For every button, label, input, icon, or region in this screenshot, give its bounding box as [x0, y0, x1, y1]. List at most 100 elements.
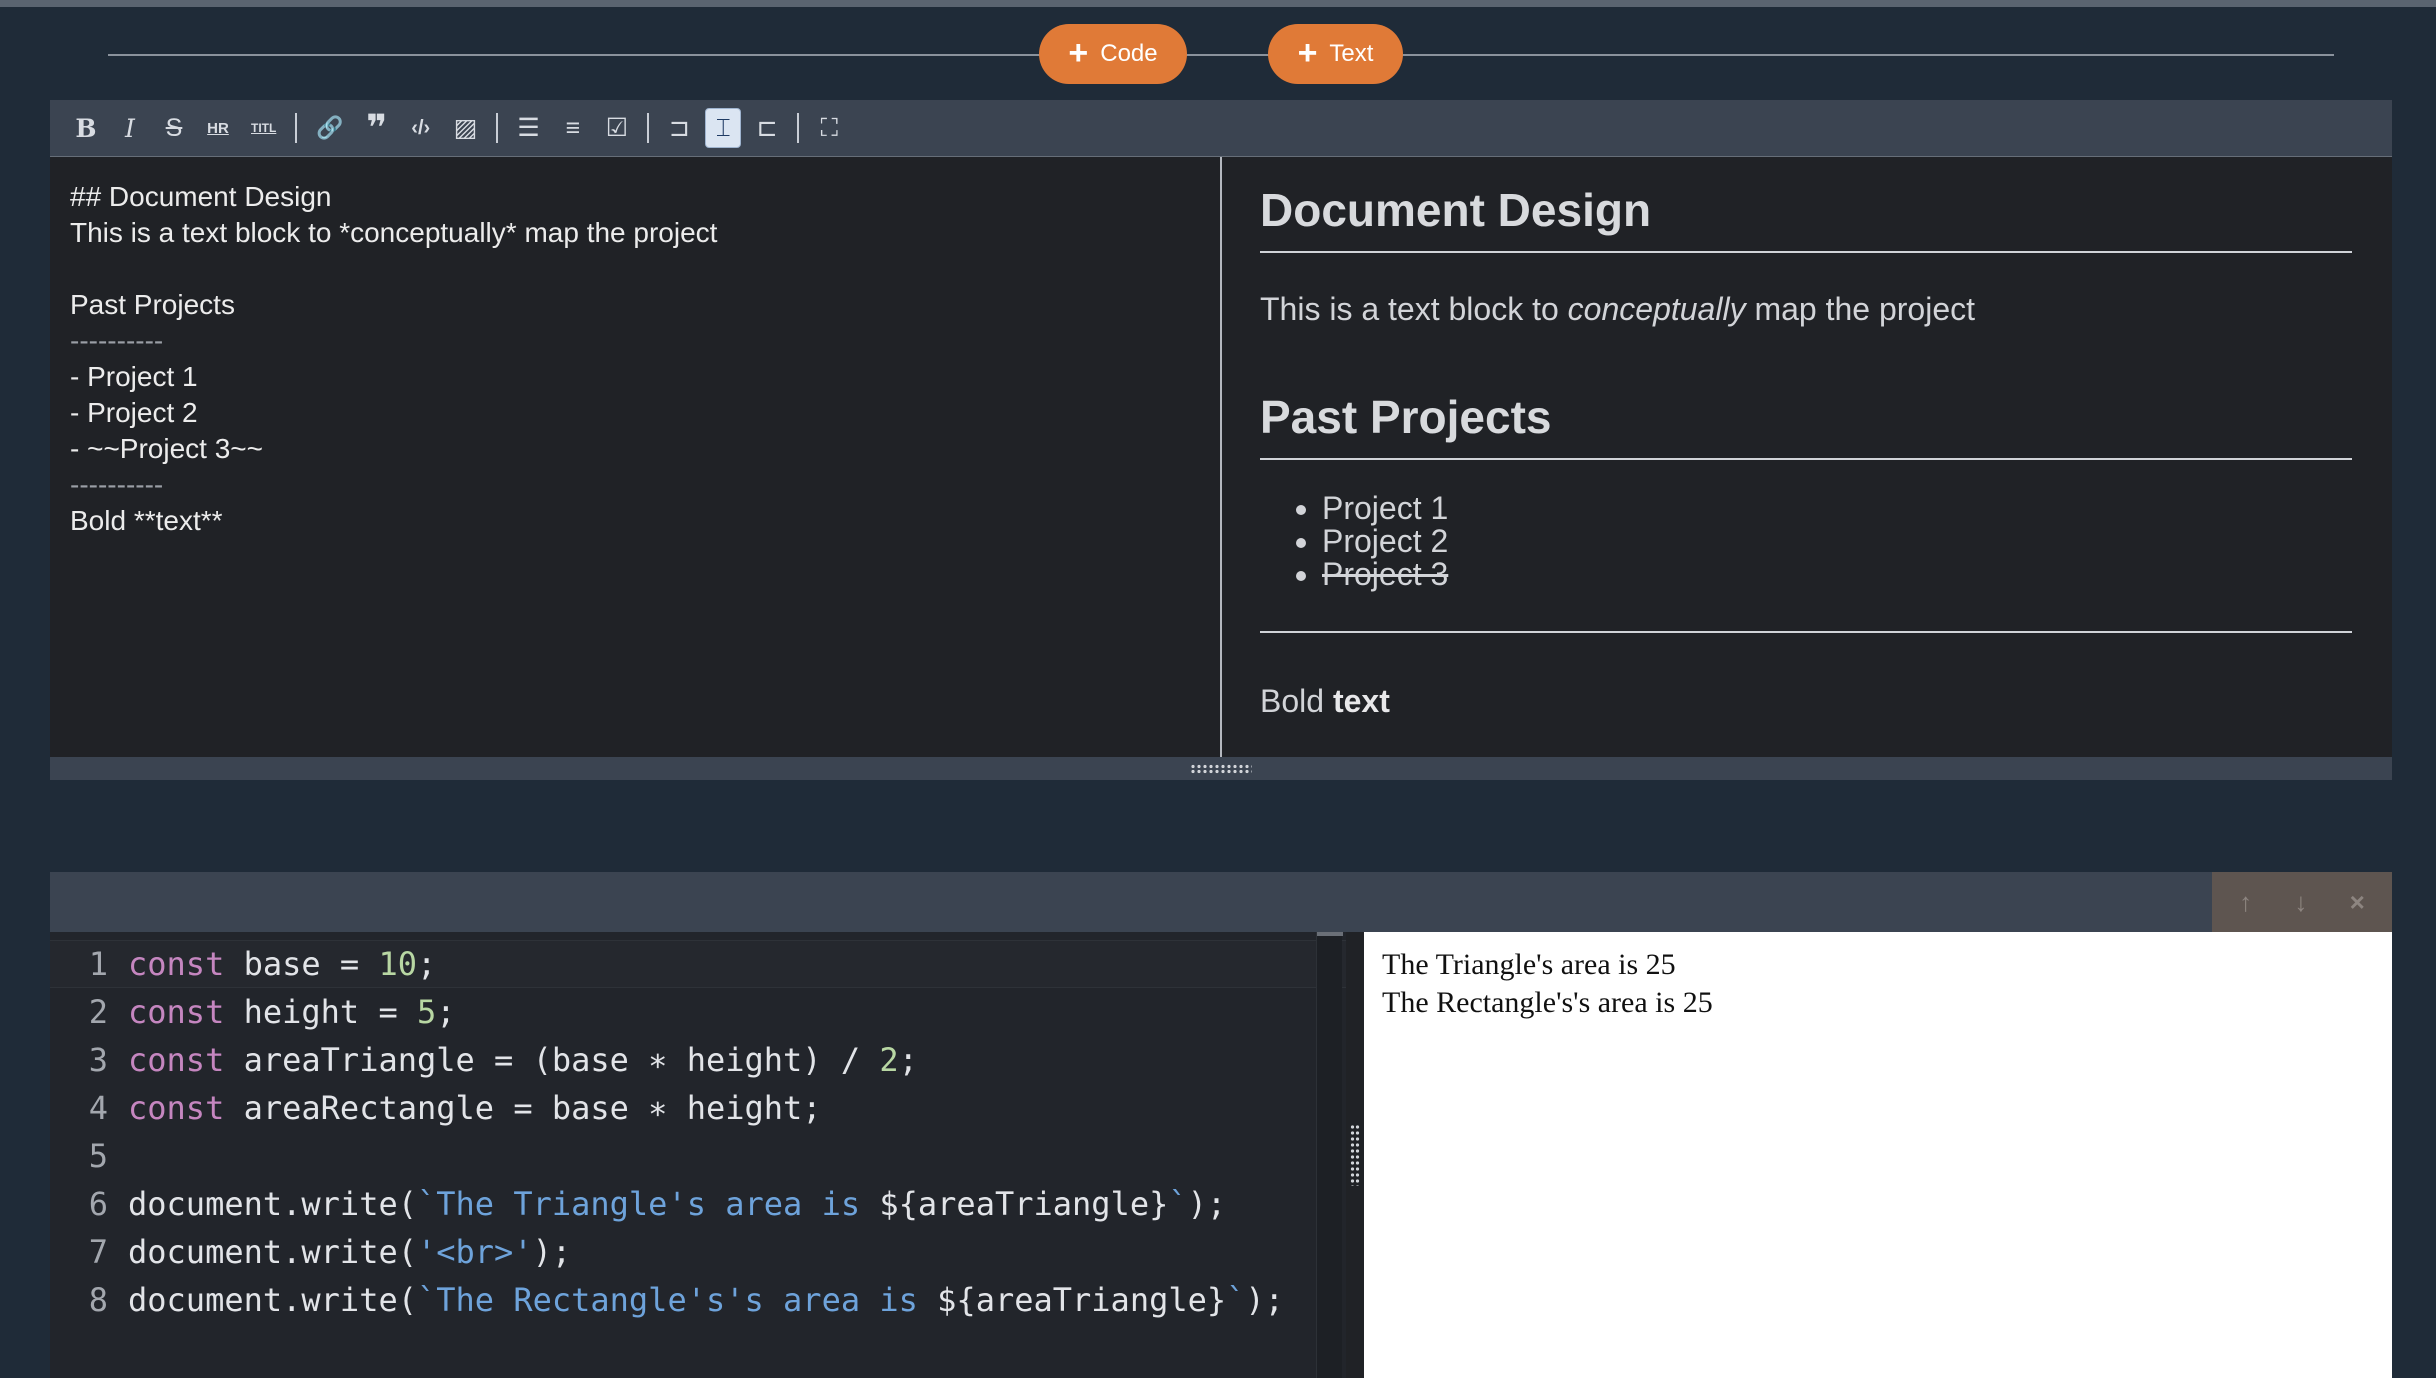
code-keyword: const	[128, 1089, 225, 1127]
code-keyword: const	[128, 1041, 225, 1079]
code-text: );	[1245, 1281, 1284, 1319]
output-line: The Rectangle's's area is 25	[1382, 986, 1713, 1019]
preview-list: Project 1 Project 2 Project 3	[1260, 492, 2352, 591]
add-text-label: Text	[1329, 40, 1374, 67]
code-cell: ↑ ↓ × 1 const base = 10; 2 const height = …	[50, 872, 2392, 1378]
line-number: 8	[88, 1281, 108, 1319]
code-keyword: const	[128, 993, 225, 1031]
code-text: base =	[224, 945, 379, 983]
toolbar-separator	[496, 113, 499, 143]
code-string: '<br>'	[416, 1233, 533, 1271]
code-text: height =	[224, 993, 417, 1031]
source-line: ----------	[70, 325, 164, 356]
add-code-label: Code	[1100, 40, 1158, 67]
code-text: document.write(	[128, 1233, 417, 1271]
preview-subheading: Past Projects	[1260, 384, 2352, 460]
code-text: areaTriangle = (base ∗ height) /	[224, 1041, 880, 1079]
code-line: 7 document.write('<br>');	[50, 1228, 1346, 1276]
code-text: );	[1187, 1185, 1227, 1223]
code-line: 8 document.write(`The Rectangle's's area …	[50, 1276, 1346, 1324]
code-keyword: const	[128, 945, 225, 983]
source-line: Bold **text**	[70, 505, 223, 536]
horizontal-rule-button[interactable]: HR	[200, 108, 236, 148]
code-line: 5	[50, 1132, 1346, 1180]
bold-text: text	[1332, 683, 1390, 719]
code-string: `The Triangle's area is	[416, 1185, 880, 1223]
ordered-list-icon[interactable]: ≡	[555, 108, 591, 148]
grip-icon	[1190, 763, 1252, 774]
code-icon[interactable]: ‹/›	[403, 108, 439, 148]
preview-emphasis: conceptually	[1567, 291, 1746, 327]
code-line: 1 const base = 10;	[50, 940, 1346, 988]
code-editor-scrollbar[interactable]	[1316, 932, 1343, 1378]
strikethrough-button[interactable]: S	[156, 108, 192, 148]
editor-only-icon[interactable]: ⊐	[661, 108, 697, 148]
source-line: This is a text block to *conceptually* m…	[70, 217, 718, 248]
code-string: `	[1226, 1281, 1246, 1319]
preview-bold-line: Bold text	[1260, 683, 2352, 720]
code-text: );	[532, 1233, 572, 1271]
line-number: 1	[88, 945, 108, 983]
task-list-icon[interactable]: ☑	[599, 108, 635, 148]
line-number: 4	[88, 1089, 108, 1127]
plus-icon: +	[1297, 33, 1318, 72]
source-line: Past Projects	[70, 289, 235, 320]
split-view-icon[interactable]: ⌶	[705, 108, 742, 148]
link-icon[interactable]: 🔗	[309, 108, 350, 148]
source-line: - Project 1	[70, 361, 198, 392]
code-line: 4 const areaRectangle = base ∗ height;	[50, 1084, 1346, 1132]
unordered-list-icon[interactable]: ☰	[510, 108, 546, 148]
markdown-cell: B I S HR TITL 🔗 ❞ ‹/› ▨ ☰ ≡ ☑ ⊐ ⌶ ⊏ ⛶ ##…	[50, 100, 2392, 780]
move-up-icon[interactable]: ↑	[2239, 887, 2252, 918]
markdown-preview: Document Design This is a text block to …	[1222, 157, 2392, 757]
list-item-strikethrough: Project 3	[1322, 558, 2352, 591]
title-button[interactable]: TITL	[244, 108, 283, 148]
source-line: - ~~Project 3~~	[70, 433, 264, 464]
italic-button[interactable]: I	[112, 108, 148, 148]
code-cell-header: ↑ ↓ ×	[50, 872, 2392, 932]
line-number: 6	[88, 1185, 108, 1223]
close-icon[interactable]: ×	[2350, 887, 2365, 918]
markdown-toolbar: B I S HR TITL 🔗 ❞ ‹/› ▨ ☰ ≡ ☑ ⊐ ⌶ ⊏ ⛶	[50, 100, 2392, 157]
code-line: 3 const areaTriangle = (base ∗ height) / …	[50, 1036, 1346, 1084]
markdown-source-editor[interactable]: ## Document Design This is a text block …	[50, 157, 1222, 757]
fullscreen-icon[interactable]: ⛶	[811, 108, 847, 148]
preview-horizontal-rule	[1260, 631, 2352, 633]
move-down-icon[interactable]: ↓	[2294, 887, 2307, 918]
toolbar-separator	[295, 113, 298, 143]
plus-icon: +	[1068, 33, 1089, 72]
bold-prefix: Bold	[1260, 683, 1333, 719]
code-text: document.write(	[128, 1281, 417, 1319]
code-number: 10	[378, 945, 417, 983]
split-resize-handle[interactable]	[1346, 932, 1364, 1378]
add-code-cell-button[interactable]: + Code	[1039, 24, 1187, 84]
line-number: 3	[88, 1041, 108, 1079]
preview-paragraph: This is a text block to conceptually map…	[1260, 291, 2352, 328]
add-text-cell-button[interactable]: + Text	[1268, 24, 1403, 84]
source-line: - Project 2	[70, 397, 198, 428]
code-text: areaRectangle = base ∗ height;	[224, 1089, 822, 1127]
image-icon[interactable]: ▨	[447, 108, 485, 148]
code-number: 2	[879, 1041, 899, 1079]
cell-controls: ↑ ↓ ×	[2212, 872, 2392, 932]
bold-button[interactable]: B	[68, 108, 104, 148]
source-line	[70, 251, 1200, 287]
list-item: Project 1	[1322, 492, 2352, 525]
code-interpolation: ${areaTriangle}	[937, 1281, 1227, 1319]
add-cell-divider	[108, 54, 2334, 56]
source-line: ----------	[70, 469, 164, 500]
line-number: 7	[88, 1233, 108, 1271]
code-editor[interactable]: 1 const base = 10; 2 const height = 5; 3 co…	[50, 932, 1346, 1378]
code-output-panel: The Triangle's area is 25 The Rectangle'…	[1364, 932, 2392, 1378]
toolbar-separator	[647, 113, 650, 143]
source-line: ## Document Design	[70, 181, 332, 212]
blockquote-icon[interactable]: ❞	[359, 107, 395, 148]
preview-paragraph-start: This is a text block to	[1260, 291, 1568, 327]
preview-only-icon[interactable]: ⊏	[749, 108, 785, 148]
output-line: The Triangle's area is 25	[1382, 948, 1676, 981]
markdown-resize-handle[interactable]	[50, 757, 2392, 780]
list-item: Project 2	[1322, 525, 2352, 558]
code-text: ;	[436, 993, 456, 1031]
code-text: ;	[898, 1041, 918, 1079]
code-number: 5	[416, 993, 437, 1031]
